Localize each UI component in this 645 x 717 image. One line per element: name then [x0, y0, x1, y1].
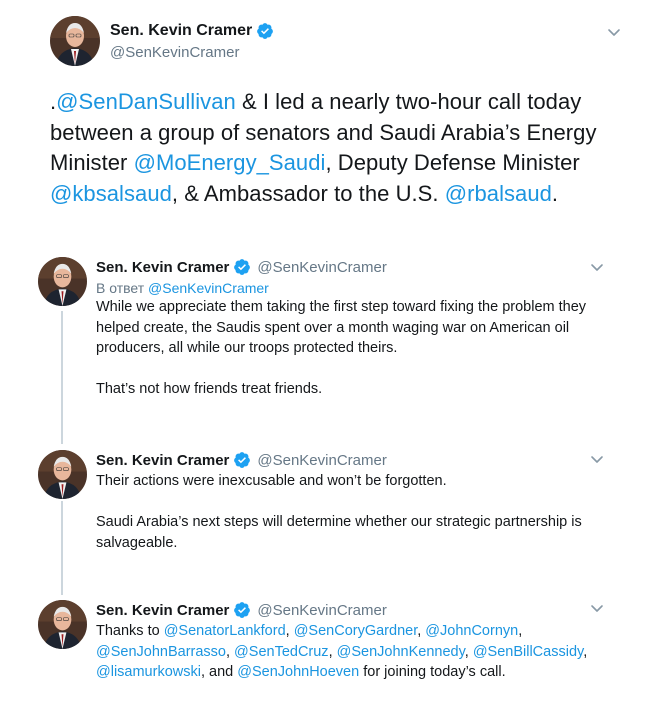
- profile-photo-icon: [38, 450, 87, 499]
- tweet-text-segment: Thanks to: [96, 623, 164, 639]
- tweet-text: Thanks to @SenatorLankford, @SenCoryGard…: [96, 621, 616, 683]
- mention-link[interactable]: @SenJohnKennedy: [337, 644, 465, 660]
- verified-badge-icon: [256, 22, 274, 40]
- avatar[interactable]: [38, 257, 87, 306]
- mention-link[interactable]: @MoEnergy_Saudi: [134, 150, 326, 175]
- tweet-text: Their actions were inexcusable and won’t…: [96, 471, 616, 553]
- profile-photo-icon: [38, 257, 87, 306]
- mention-link[interactable]: @SenDanSullivan: [56, 89, 236, 114]
- verified-badge-icon: [233, 601, 251, 619]
- author-name[interactable]: Sen. Kevin Cramer: [96, 452, 229, 469]
- chevron-down-icon[interactable]: [589, 600, 605, 616]
- replying-to: В ответ @SenKevinCramer: [96, 280, 616, 296]
- verified-badge-icon: [233, 451, 251, 469]
- tweet-paragraph: That’s not how friends treat friends.: [96, 379, 616, 400]
- tweet-text-segment: While we appreciate them taking the firs…: [96, 299, 587, 356]
- chevron-down-icon[interactable]: [606, 24, 622, 40]
- author-name[interactable]: Sen. Kevin Cramer: [96, 259, 229, 276]
- thread-line: [61, 501, 63, 595]
- mention-link[interactable]: @JohnCornyn: [425, 623, 518, 639]
- tweet-text-segment: .: [551, 180, 559, 206]
- author-name[interactable]: Sen. Kevin Cramer: [110, 22, 252, 40]
- tweet-paragraph: While we appreciate them taking the firs…: [96, 297, 616, 359]
- tweet-paragraph: Thanks to @SenatorLankford, @SenCoryGard…: [96, 621, 616, 683]
- author-handle[interactable]: @SenKevinCramer: [257, 452, 386, 469]
- mention-link[interactable]: @rbalsaud: [445, 181, 552, 206]
- mention-link[interactable]: @SenJohnBarrasso: [96, 644, 226, 660]
- chevron-down-icon[interactable]: [589, 451, 605, 467]
- avatar[interactable]: [38, 450, 87, 499]
- tweet-text-segment: , and: [200, 664, 238, 680]
- tweet-text-segment: That’s not how friends treat friends.: [96, 381, 323, 397]
- author-handle[interactable]: @SenKevinCramer: [257, 259, 386, 276]
- avatar[interactable]: [38, 600, 87, 649]
- main-tweet-header: Sen. Kevin Cramer @SenKevinCramer: [50, 16, 274, 66]
- tweet-text-segment: Saudi Arabia’s next steps will determine…: [96, 514, 582, 551]
- tweet-text-segment: ,: [583, 643, 588, 660]
- tweet-paragraph: Their actions were inexcusable and won’t…: [96, 471, 616, 492]
- thread-line: [61, 311, 63, 444]
- profile-photo-icon: [50, 16, 100, 66]
- tweet-text: While we appreciate them taking the firs…: [96, 297, 616, 400]
- mention-link[interactable]: @SenTedCruz: [234, 644, 329, 660]
- tweet-text-segment: ,: [225, 643, 235, 660]
- tweet-text-segment: for joining today’s call.: [359, 664, 506, 680]
- main-tweet-text: .@SenDanSullivan & I led a nearly two-ho…: [50, 87, 620, 209]
- mention-link[interactable]: @SenJohnHoeven: [237, 664, 359, 680]
- tweet-text-segment: , & Ambassador to the U.S.: [171, 180, 445, 206]
- replying-to-label: В ответ: [96, 280, 145, 296]
- author-handle[interactable]: @SenKevinCramer: [257, 602, 386, 619]
- mention-link[interactable]: @SenCoryGardner: [294, 623, 418, 639]
- verified-badge-icon: [233, 258, 251, 276]
- profile-photo-icon: [38, 600, 87, 649]
- tweet-text-segment: ,: [328, 643, 337, 660]
- mention-link[interactable]: @SenatorLankford: [164, 623, 286, 639]
- tweet-text-segment: Their actions were inexcusable and won’t…: [96, 473, 447, 489]
- author-handle[interactable]: @SenKevinCramer: [110, 44, 274, 61]
- tweet-text-segment: ,: [464, 643, 473, 660]
- tweet-text-segment: , Deputy Defense Minister: [325, 150, 580, 175]
- replying-to-handle[interactable]: @SenKevinCramer: [148, 280, 269, 296]
- author-name[interactable]: Sen. Kevin Cramer: [96, 602, 229, 619]
- tweet-text-segment: ,: [285, 623, 294, 639]
- chevron-down-icon[interactable]: [589, 259, 605, 275]
- mention-link[interactable]: @kbsalsaud: [50, 181, 172, 206]
- avatar[interactable]: [50, 16, 100, 66]
- tweet-text-segment: ,: [518, 623, 523, 639]
- tweet-paragraph: Saudi Arabia’s next steps will determine…: [96, 512, 616, 553]
- mention-link[interactable]: @lisamurkowski: [96, 664, 201, 680]
- mention-link[interactable]: @SenBillCassidy: [473, 644, 583, 660]
